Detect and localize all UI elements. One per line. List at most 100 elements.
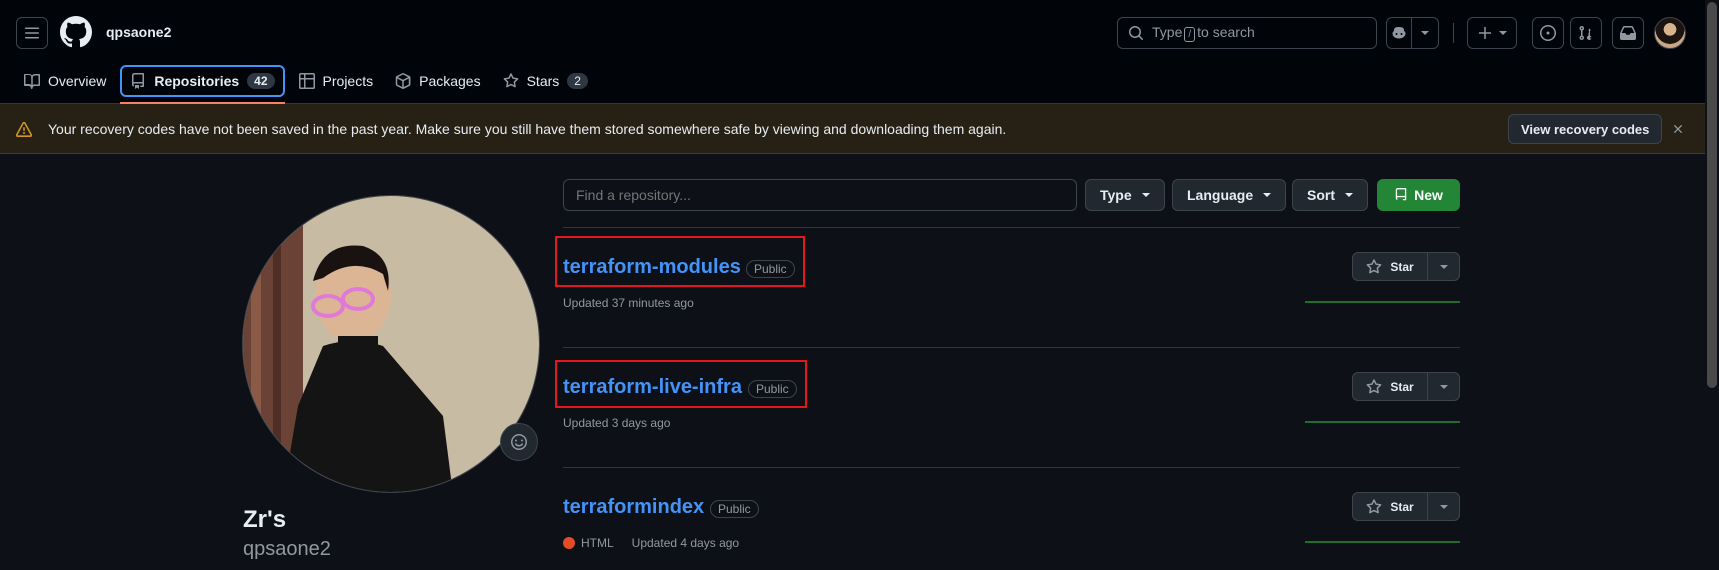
app-header: qpsaone2 Type / to search Overview Reposit… [0, 0, 1705, 104]
scrollbar-thumb[interactable] [1707, 2, 1717, 388]
search-suffix: to search [1197, 24, 1255, 40]
repo-updated: Updated 37 minutes ago [563, 296, 694, 310]
star-icon [1366, 258, 1382, 273]
sort-button[interactable]: Sort [1292, 179, 1368, 211]
repo-list-divider [563, 467, 1460, 468]
tab-projects[interactable]: Projects [291, 65, 382, 97]
type-filter-label: Type [1100, 187, 1132, 203]
close-icon[interactable] [1671, 122, 1685, 136]
repo-meta: Updated 3 days ago [563, 416, 670, 430]
repo-updated: Updated 3 days ago [563, 416, 671, 430]
new-repository-button[interactable]: New [1377, 179, 1460, 211]
star-label: Star [1390, 259, 1414, 274]
profile-login: qpsaone2 [243, 538, 331, 560]
chevron-down-icon [1499, 31, 1507, 35]
copilot-dropdown-button[interactable] [1411, 17, 1439, 49]
star-button-group: Star [1352, 492, 1460, 521]
chevron-down-icon [1439, 264, 1448, 269]
activity-sparkline [1305, 541, 1460, 543]
star-button-group: Star [1352, 372, 1460, 401]
tab-stars[interactable]: Stars 2 [495, 65, 596, 97]
menu-button[interactable] [16, 17, 48, 49]
copilot-button[interactable] [1386, 17, 1412, 49]
alert-icon [16, 121, 32, 137]
visibility-badge: Public [748, 380, 797, 398]
language-filter-button[interactable]: Language [1172, 179, 1287, 211]
profile-fullname: Zr's [243, 506, 287, 533]
tab-repositories-label: Repositories [154, 73, 240, 89]
star-list-dropdown[interactable] [1428, 493, 1459, 520]
package-icon [395, 73, 411, 89]
tab-packages-label: Packages [419, 73, 481, 89]
create-new-button[interactable] [1467, 17, 1517, 49]
github-logo-icon[interactable] [60, 16, 92, 53]
language-filter-label: Language [1187, 187, 1254, 203]
search-shortcut-key: / [1184, 27, 1196, 42]
star-button[interactable]: Star [1353, 493, 1428, 520]
git-pull-request-icon [1579, 25, 1592, 41]
issue-opened-icon [1540, 25, 1556, 41]
book-icon [24, 74, 40, 89]
copilot-icon [1392, 27, 1406, 39]
repo-name-link[interactable]: terraform-modules [563, 256, 741, 279]
star-label: Star [1390, 379, 1414, 394]
repo-name-link[interactable]: terraform-live-infra [563, 376, 742, 399]
star-list-dropdown[interactable] [1428, 373, 1459, 400]
type-filter-button[interactable]: Type [1085, 179, 1165, 211]
issues-button[interactable] [1532, 17, 1564, 49]
chevron-down-icon [1439, 384, 1448, 389]
tab-projects-label: Projects [322, 73, 374, 89]
repo-list-divider [563, 227, 1460, 228]
search-prefix: Type [1152, 24, 1183, 40]
activity-sparkline [1305, 301, 1460, 303]
table-icon [298, 73, 315, 89]
search-icon [1129, 26, 1144, 41]
new-button-label: New [1414, 187, 1443, 203]
chevron-down-icon [1421, 31, 1429, 35]
chevron-down-icon [1439, 504, 1448, 509]
repo-icon [132, 73, 145, 89]
activity-sparkline [1305, 421, 1460, 423]
tab-overview[interactable]: Overview [16, 65, 114, 97]
chevron-down-icon [1263, 193, 1272, 197]
recovery-codes-banner: Your recovery codes have not been saved … [0, 104, 1705, 154]
repo-meta: Updated 37 minutes ago [563, 296, 694, 310]
sort-label: Sort [1307, 187, 1335, 203]
repo-list-divider [563, 347, 1460, 348]
user-avatar[interactable] [1654, 17, 1686, 49]
find-repository-input[interactable] [563, 179, 1077, 211]
inbox-button[interactable] [1612, 17, 1644, 49]
plus-icon [1479, 27, 1491, 39]
star-button[interactable]: Star [1353, 253, 1428, 280]
profile-tabs: Overview Repositories 42 Projects Packag… [16, 65, 596, 104]
header-username[interactable]: qpsaone2 [106, 24, 171, 40]
star-button-group: Star [1352, 252, 1460, 281]
star-list-dropdown[interactable] [1428, 253, 1459, 280]
repo-updated: Updated 4 days ago [631, 536, 740, 550]
repo-meta: HTML Updated 4 days ago [563, 536, 739, 550]
tab-repositories[interactable]: Repositories 42 [120, 65, 285, 104]
stars-count-badge: 2 [567, 73, 588, 89]
visibility-badge: Public [746, 260, 795, 278]
profile-avatar[interactable] [242, 195, 540, 493]
hamburger-icon [25, 27, 39, 39]
repo-language: HTML [581, 536, 614, 550]
star-icon [1366, 498, 1382, 513]
tab-packages[interactable]: Packages [387, 65, 488, 97]
star-button[interactable]: Star [1353, 373, 1428, 400]
star-icon [503, 73, 518, 88]
banner-message: Your recovery codes have not been saved … [48, 121, 1007, 137]
search-input[interactable]: Type / to search [1117, 17, 1377, 49]
tab-stars-label: Stars [526, 73, 560, 89]
inbox-icon [1620, 26, 1636, 40]
pull-requests-button[interactable] [1570, 17, 1602, 49]
smiley-icon [511, 434, 527, 450]
view-recovery-codes-button[interactable]: View recovery codes [1508, 114, 1663, 144]
repo-name-link[interactable]: terraformindex [563, 496, 704, 519]
visibility-badge: Public [710, 500, 759, 518]
star-label: Star [1390, 499, 1414, 514]
set-status-button[interactable] [500, 423, 538, 461]
star-icon [1366, 378, 1382, 393]
repositories-count-badge: 42 [247, 73, 275, 89]
language-color-dot [563, 537, 575, 549]
